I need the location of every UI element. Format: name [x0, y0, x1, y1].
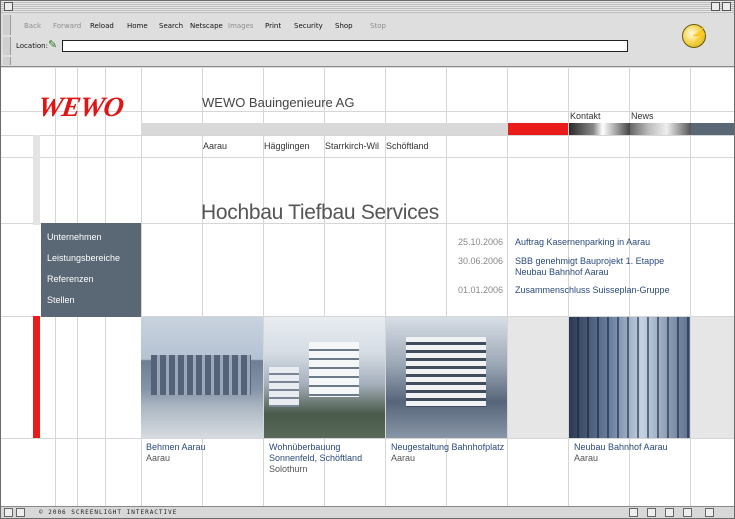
page-viewport: WEWO WEWO Bauingenieure AG Kontakt News … — [1, 68, 734, 506]
browser-window: Back Forward Reload Home Search Netscape… — [0, 0, 735, 519]
page-headline: Hochbau Tiefbau Services — [201, 201, 439, 224]
left-accent-strip — [33, 135, 40, 225]
project-photo-sonnenfeld[interactable] — [264, 317, 385, 438]
images-button[interactable]: Images — [228, 22, 254, 30]
project-title[interactable]: Behmen Aarau — [146, 442, 261, 453]
location-label: Location: — [16, 42, 48, 50]
toolbar-collapse-handle[interactable] — [3, 15, 11, 35]
reload-button[interactable]: Reload — [90, 22, 114, 30]
news-link[interactable]: Zusammenschluss Suisseplan-Gruppe — [515, 285, 685, 296]
project-spacer — [508, 317, 568, 438]
location-collapse-handle[interactable] — [3, 37, 11, 55]
navigation-toolbar: Back Forward Reload Home Search Netscape… — [1, 13, 734, 67]
news-date: 01.01.2006 — [458, 285, 504, 295]
zoom-box-icon[interactable] — [711, 2, 720, 11]
project-location: Aarau — [574, 453, 599, 463]
location-link-starrkirch-wil[interactable]: Starrkirch-Wil — [325, 141, 379, 151]
title-bar[interactable] — [1, 1, 734, 13]
kontakt-link[interactable]: Kontakt — [570, 111, 601, 121]
grid-line — [1, 157, 734, 158]
company-name: WEWO Bauingenieure AG — [202, 95, 355, 110]
main-menu: Unternehmen Leistungsbereiche Referenzen… — [41, 223, 141, 317]
print-button[interactable]: Print — [265, 22, 281, 30]
collapse-box-icon[interactable] — [722, 2, 731, 11]
grid-line — [1, 135, 734, 136]
forward-button[interactable]: Forward — [53, 22, 81, 30]
menu-item-stellen[interactable]: Stellen — [47, 295, 75, 305]
location-link-aarau[interactable]: Aarau — [203, 141, 227, 151]
status-text: © 2006 SCREENLIGHT INTERACTIVE — [39, 509, 178, 516]
search-button[interactable]: Search — [159, 22, 183, 30]
address-book-icon[interactable] — [683, 508, 692, 517]
project-spacer — [691, 317, 734, 438]
netscape-button[interactable]: Netscape — [190, 22, 223, 30]
menu-item-referenzen[interactable]: Referenzen — [47, 274, 94, 284]
navigator-icon[interactable] — [629, 508, 638, 517]
grid-line — [1, 438, 734, 439]
project-photo-behmen[interactable] — [141, 317, 263, 438]
project-photo-bahnhofplatz[interactable] — [386, 317, 507, 438]
kontakt-image-strip — [569, 123, 630, 135]
location-link-schoeftland[interactable]: Schöftland — [386, 141, 429, 151]
back-button[interactable]: Back — [24, 22, 41, 30]
project-location: Solothurn — [269, 464, 308, 474]
menu-item-leistungsbereiche[interactable]: Leistungsbereiche — [47, 253, 120, 263]
project-caption-sonnenfeld[interactable]: Wohnüberbauung Sonnenfeld, Schöftland So… — [269, 442, 384, 475]
composer-icon[interactable] — [665, 508, 674, 517]
netscape-throbber-icon[interactable]: ⚡ — [682, 24, 709, 48]
project-location: Aarau — [146, 453, 171, 463]
shop-button[interactable]: Shop — [335, 22, 353, 30]
location-input[interactable] — [62, 40, 628, 52]
news-image-strip — [630, 123, 691, 135]
bookmark-page-proxy-icon[interactable]: ✎ — [48, 38, 60, 52]
personal-collapse-handle[interactable] — [3, 57, 11, 65]
header-grey-bar — [141, 123, 508, 135]
header-slate-bar — [691, 123, 734, 135]
security-lock-icon[interactable] — [4, 508, 13, 517]
project-title[interactable]: Wohnüberbauung Sonnenfeld, Schöftland — [269, 442, 384, 464]
mail-icon[interactable] — [647, 508, 656, 517]
online-status-icon[interactable] — [16, 508, 25, 517]
project-caption-neubau-bahnhof[interactable]: Neubau Bahnhof Aarau Aarau — [574, 442, 689, 464]
news-link[interactable]: Auftrag Kasernenparking in Aarau — [515, 237, 685, 248]
close-box-icon[interactable] — [4, 2, 13, 11]
project-photo-neubau-bahnhof[interactable] — [569, 317, 690, 438]
home-button[interactable]: Home — [127, 22, 148, 30]
wewo-logo[interactable]: WEWO — [36, 92, 125, 124]
news-date: 30.06.2006 — [458, 256, 504, 266]
resize-grip-icon[interactable] — [705, 508, 714, 517]
security-button[interactable]: Security — [294, 22, 323, 30]
project-caption-bahnhofplatz[interactable]: Neugestaltung Bahnhofplatz Aarau — [391, 442, 506, 464]
project-title[interactable]: Neugestaltung Bahnhofplatz — [391, 442, 506, 453]
project-title[interactable]: Neubau Bahnhof Aarau — [574, 442, 689, 453]
stop-button[interactable]: Stop — [370, 22, 386, 30]
project-location: Aarau — [391, 453, 416, 463]
left-red-accent — [33, 316, 40, 438]
status-bar: © 2006 SCREENLIGHT INTERACTIVE — [1, 506, 734, 518]
menu-item-unternehmen[interactable]: Unternehmen — [47, 232, 102, 242]
news-date: 25.10.2006 — [458, 237, 504, 247]
project-caption-behmen[interactable]: Behmen Aarau Aarau — [146, 442, 261, 464]
news-link[interactable]: News — [631, 111, 654, 121]
news-link[interactable]: SBB genehmigt Bauprojekt 1. Etappe Neuba… — [515, 256, 685, 278]
location-link-haegglingen[interactable]: Hägglingen — [264, 141, 310, 151]
header-red-bar — [508, 123, 568, 135]
